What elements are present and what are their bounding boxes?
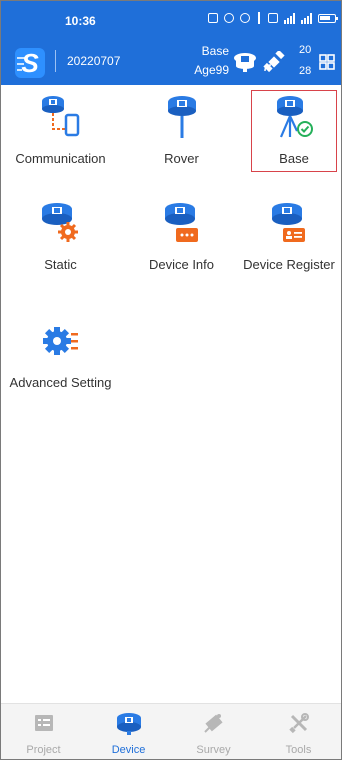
nav-survey[interactable]: Survey: [171, 704, 256, 759]
tile-label: Communication: [15, 151, 106, 166]
device-icon: [116, 713, 141, 735]
work-mode: Base: [201, 44, 229, 58]
nav-tools[interactable]: Tools: [256, 704, 341, 759]
tile-label: Rover: [164, 151, 199, 166]
differential-age: Age99: [194, 63, 229, 77]
tile-label: Device Info: [148, 257, 215, 272]
nav-device[interactable]: Device: [86, 704, 171, 759]
project-icon: [34, 715, 53, 731]
tile-static[interactable]: Static: [4, 197, 117, 279]
receiver-status-icon[interactable]: [233, 51, 257, 73]
tile-advanced-setting[interactable]: Advanced Setting: [4, 315, 117, 397]
header-divider: [55, 50, 56, 72]
tile-label: Advanced Setting: [9, 375, 112, 390]
signal-icon-2: [301, 12, 312, 24]
satellites-used: 20: [299, 44, 312, 56]
status-icons: [208, 12, 338, 24]
tools-icon: [288, 713, 309, 734]
app-screen: 10:36 S 20220707 Base Age99 20 28 Commun…: [0, 0, 342, 760]
base-station-icon: [277, 96, 313, 138]
device-register-icon: [272, 203, 305, 242]
app-logo-icon[interactable]: S: [15, 48, 45, 78]
grid-menu-icon[interactable]: [319, 54, 335, 70]
battery-icon: [318, 13, 338, 23]
hd-icon: [268, 13, 278, 23]
alarm-icon: [224, 13, 234, 23]
survey-icon: [203, 714, 223, 733]
tile-label: Base: [279, 151, 309, 166]
communication-icon: [41, 96, 79, 137]
tile-label: Device Register: [243, 257, 335, 272]
tile-label: Static: [44, 257, 77, 272]
nav-label: Device: [111, 744, 146, 756]
satellites-visible: 28: [299, 65, 312, 77]
tile-device-register[interactable]: Device Register: [237, 197, 341, 279]
top-bar: 10:36 S 20220707 Base Age99 20 28: [1, 1, 341, 85]
mute-icon: [240, 13, 250, 23]
app-header: S 20220707 Base Age99 20 28: [1, 37, 341, 85]
signal-icon: [284, 12, 295, 24]
nav-label: Survey: [196, 744, 231, 756]
tile-base[interactable]: Base: [251, 90, 337, 172]
rover-receiver-icon: [167, 96, 196, 138]
static-icon: [41, 203, 78, 242]
satellite-icon[interactable]: [263, 51, 285, 73]
nfc-icon: [208, 13, 218, 23]
tile-device-info[interactable]: Device Info: [125, 197, 238, 279]
device-info-icon: [164, 203, 198, 242]
bottom-navigation: Project Device Survey Tools: [1, 703, 341, 759]
tile-rover[interactable]: Rover: [125, 91, 238, 173]
nav-project[interactable]: Project: [1, 704, 86, 759]
status-time: 10:36: [65, 14, 96, 28]
nav-label: Tools: [285, 744, 312, 756]
nav-label: Project: [26, 744, 61, 756]
tile-communication[interactable]: Communication: [4, 91, 117, 173]
advanced-setting-icon: [42, 327, 78, 355]
project-name[interactable]: 20220707: [67, 54, 120, 68]
status-bar: 10:36: [1, 1, 341, 37]
bluetooth-icon: [256, 12, 262, 24]
